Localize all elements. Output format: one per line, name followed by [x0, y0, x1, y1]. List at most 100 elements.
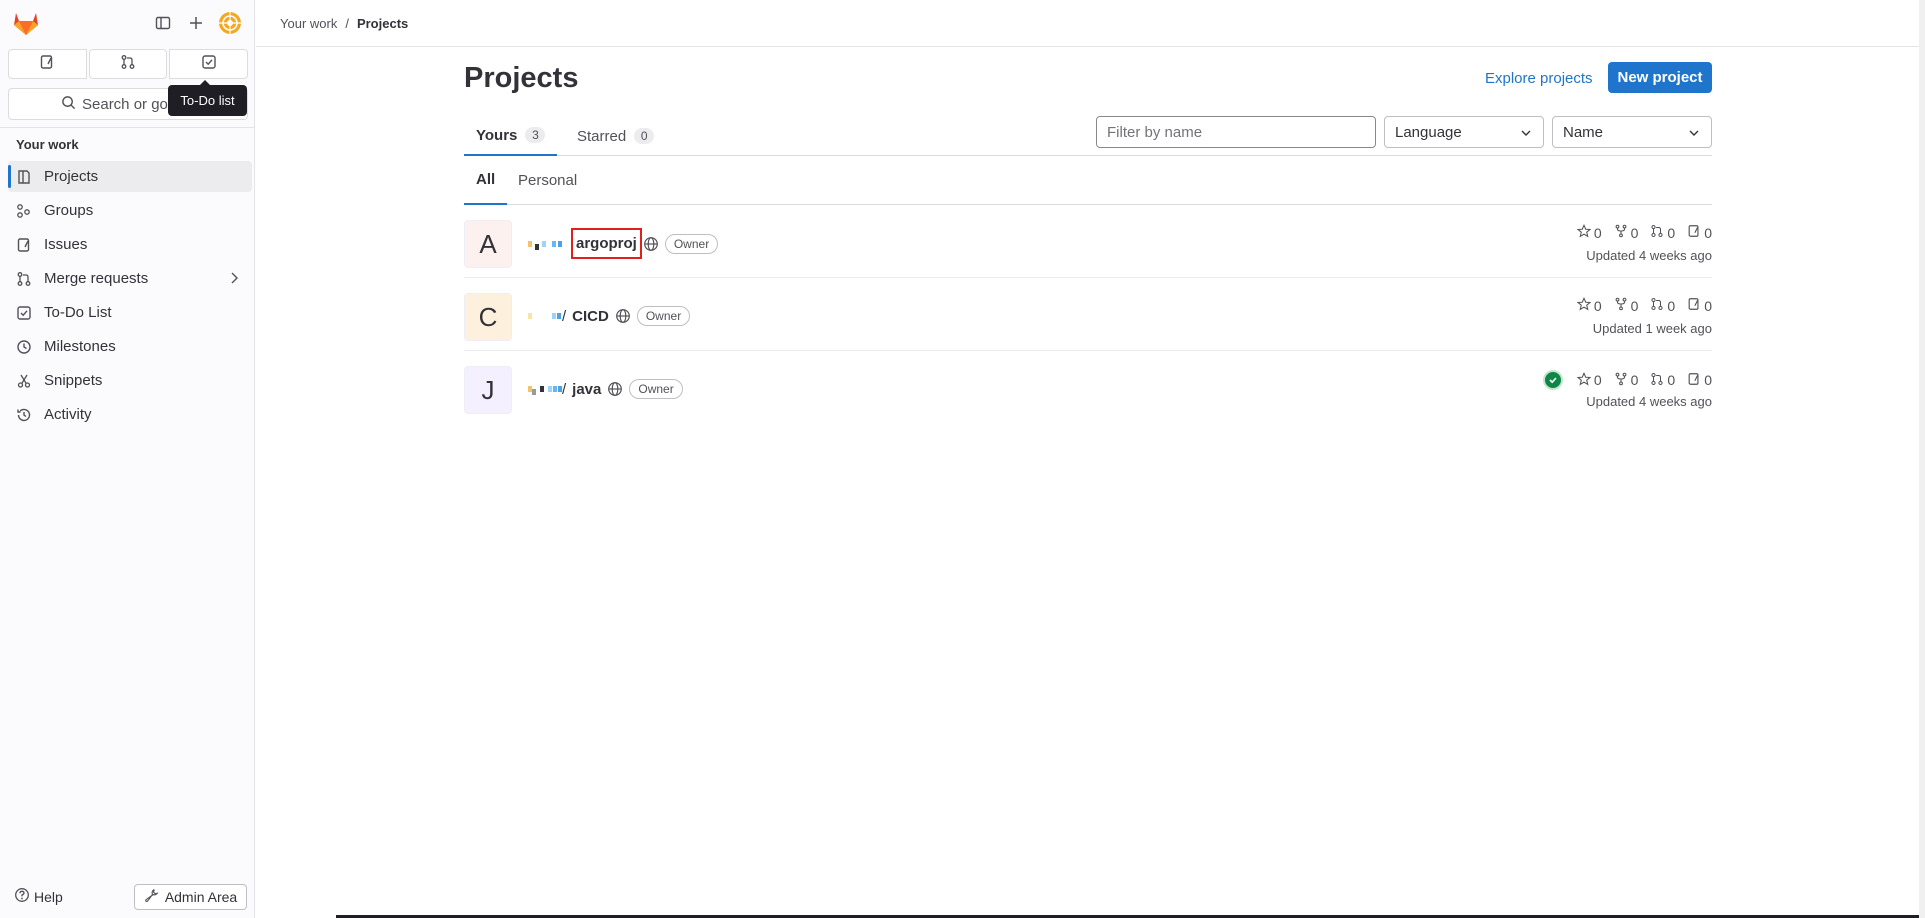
tab-all[interactable]: All [464, 156, 508, 205]
tab-personal[interactable]: Personal [518, 156, 577, 205]
history-icon [16, 407, 32, 423]
todo-list-button[interactable] [169, 49, 249, 79]
globe-public-icon [643, 236, 659, 252]
tab-count-badge: 0 [634, 128, 655, 144]
role-badge: Owner [636, 306, 691, 326]
project-name-link[interactable]: java [572, 381, 601, 398]
forks-count[interactable]: 0 [1614, 372, 1638, 389]
admin-area-label: Admin Area [164, 889, 238, 905]
project-avatar[interactable]: C [464, 293, 512, 341]
project-name-link[interactable]: argoproj [571, 228, 642, 259]
tab-label: All [476, 171, 496, 188]
stars-count[interactable]: 0 [1576, 224, 1602, 241]
search-label: Search or go [82, 95, 168, 113]
milestone-icon [16, 339, 32, 355]
snippet-icon [16, 373, 32, 389]
forks-count[interactable]: 0 [1614, 224, 1638, 241]
pipeline-success-icon[interactable] [1542, 370, 1563, 390]
group-icon [16, 203, 32, 219]
chevron-right-icon [228, 271, 240, 289]
user-avatar[interactable] [218, 11, 242, 35]
chevron-down-icon [1519, 126, 1533, 144]
create-new-plus-icon[interactable] [185, 12, 207, 34]
tab-starred[interactable]: Starred 0 [567, 116, 664, 156]
sidebar-counts [8, 49, 249, 79]
project-row: J / java Owner 0 0 0 0 Updated 4 weeks a… [464, 351, 1712, 424]
merge-requests-count[interactable]: 0 [1650, 224, 1675, 241]
todo-icon [16, 305, 32, 321]
tab-yours[interactable]: Yours 3 [464, 116, 558, 156]
fork-icon [1614, 224, 1628, 241]
updated-timestamp: Updated 4 weeks ago [1586, 394, 1712, 409]
breadcrumb-current[interactable]: Projects [357, 16, 408, 31]
sort-select[interactable]: Name [1552, 116, 1712, 148]
sidebar-section-title: Your work [16, 137, 79, 152]
merge-request-icon [16, 271, 32, 287]
globe-public-icon [607, 381, 623, 397]
issues-icon [1687, 372, 1701, 389]
todo-tooltip: To-Do list [168, 80, 247, 116]
forks-count[interactable]: 0 [1614, 297, 1638, 314]
issues-icon [1687, 224, 1701, 241]
project-stats: 0 0 0 0 [1542, 370, 1712, 390]
toggle-sidebar-icon[interactable] [152, 12, 174, 34]
stars-count[interactable]: 0 [1576, 371, 1602, 389]
fork-icon [1614, 297, 1628, 314]
issues-icon [39, 54, 55, 74]
sidebar-item-label: Groups [44, 202, 94, 219]
help-button[interactable]: Help [14, 887, 63, 906]
star-icon [1576, 297, 1592, 314]
tab-label: Starred [577, 127, 627, 145]
todo-icon [201, 54, 217, 74]
project-name-link[interactable]: CICD [572, 308, 609, 325]
sidebar-item-merge-requests[interactable]: Merge requests [8, 263, 252, 294]
updated-timestamp: Updated 1 week ago [1592, 321, 1712, 336]
issues-count[interactable]: 0 [1687, 297, 1712, 314]
project-namespace-separator: / [562, 380, 567, 398]
sidebar-item-activity[interactable]: Activity [8, 399, 252, 430]
breadcrumb-your-work[interactable]: Your work [280, 16, 337, 31]
sidebar-item-label: Issues [44, 236, 88, 253]
gitlab-logo-icon[interactable] [12, 10, 40, 36]
updated-timestamp: Updated 4 weeks ago [1586, 248, 1712, 263]
admin-area-button[interactable]: Admin Area [134, 884, 247, 910]
project-stats: 0 0 0 0 [1576, 297, 1712, 314]
sidebar-item-groups[interactable]: Groups [8, 195, 252, 226]
role-badge: Owner [629, 379, 683, 399]
sidebar-item-projects[interactable]: Projects [8, 161, 252, 192]
merge-request-icon [1650, 297, 1664, 314]
project-avatar[interactable]: J [464, 366, 512, 414]
merge-request-icon [1650, 372, 1664, 389]
issues-icon [16, 237, 32, 253]
issues-count[interactable]: 0 [1687, 224, 1712, 241]
project-title: / CICD Owner [526, 306, 691, 326]
fork-icon [1614, 372, 1628, 389]
search-icon [61, 95, 76, 114]
sidebar-divider [0, 127, 255, 128]
project-stats: 0 0 0 0 [1576, 224, 1712, 241]
filter-by-name-input[interactable] [1096, 116, 1376, 148]
sidebar-item-todo-list[interactable]: To-Do List [8, 297, 252, 328]
merge-requests-count[interactable]: 0 [1650, 372, 1675, 389]
stars-count[interactable]: 0 [1576, 297, 1602, 314]
assigned-issues-button[interactable] [8, 49, 87, 79]
sidebar-item-snippets[interactable]: Snippets [8, 365, 252, 396]
page-scrollbar[interactable] [1919, 0, 1925, 918]
tab-count-badge: 3 [525, 127, 546, 143]
project-avatar[interactable]: A [464, 220, 512, 268]
issues-count[interactable]: 0 [1687, 372, 1712, 389]
globe-public-icon [615, 308, 631, 324]
sidebar-item-label: Milestones [44, 338, 116, 355]
language-select[interactable]: Language [1384, 116, 1544, 148]
explore-projects-link[interactable]: Explore projects [1485, 70, 1593, 87]
sidebar-item-issues[interactable]: Issues [8, 229, 252, 260]
project-row: A argoproj Owner 0 0 0 0 Updated 4 weeks… [464, 205, 1712, 278]
sidebar-item-milestones[interactable]: Milestones [8, 331, 252, 362]
merge-requests-button[interactable] [88, 49, 168, 79]
breadcrumb: Your work / Projects [280, 16, 408, 31]
merge-requests-count[interactable]: 0 [1650, 297, 1675, 314]
help-label: Help [34, 888, 63, 905]
sidebar-item-label: Activity [44, 406, 92, 423]
sidebar-header [0, 0, 255, 46]
new-project-button[interactable]: New project [1608, 62, 1712, 93]
